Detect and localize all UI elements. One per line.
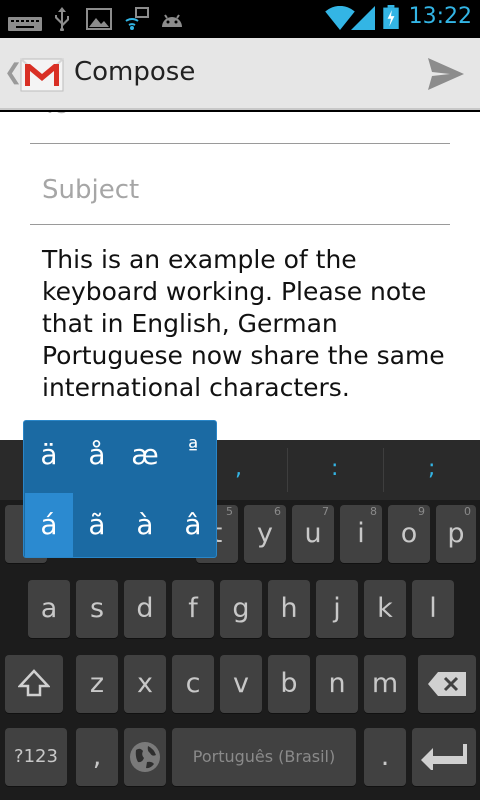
comma-key[interactable]: ,: [76, 728, 118, 786]
key-o-hint: 9: [418, 505, 425, 518]
page-title: Compose: [74, 57, 196, 87]
accent-popup: ä å æ ª á ã à â: [23, 420, 217, 558]
key-i[interactable]: i8: [340, 505, 382, 563]
key-x[interactable]: x: [124, 655, 166, 713]
subject-field[interactable]: Subject: [30, 167, 450, 225]
key-z[interactable]: z: [76, 655, 118, 713]
enter-key[interactable]: [412, 728, 476, 786]
key-m[interactable]: m: [364, 655, 406, 713]
key-o-label: o: [400, 518, 418, 549]
space-key[interactable]: Português (Brasil): [172, 728, 356, 786]
usb-icon: [55, 7, 69, 31]
key-u[interactable]: u7: [292, 505, 334, 563]
key-a[interactable]: a: [28, 580, 70, 638]
gmail-logo[interactable]: [18, 50, 66, 98]
accent-a-tilde[interactable]: ã: [73, 493, 121, 557]
enter-icon: [421, 744, 467, 772]
key-y-label: y: [257, 518, 273, 549]
accent-ae[interactable]: æ: [121, 423, 169, 487]
suggestion-comma[interactable]: ,: [235, 456, 242, 481]
period-key[interactable]: .: [364, 728, 406, 786]
key-t-hint: 5: [226, 505, 233, 518]
key-i-hint: 8: [370, 505, 377, 518]
suggestion-colon[interactable]: :: [331, 456, 338, 481]
key-c[interactable]: c: [172, 655, 214, 713]
accent-ordinal-a[interactable]: ª: [169, 423, 217, 487]
key-f[interactable]: f: [172, 580, 214, 638]
language-key[interactable]: [124, 728, 166, 786]
backspace-icon: [428, 672, 466, 696]
send-button[interactable]: [426, 56, 466, 92]
key-d[interactable]: d: [124, 580, 166, 638]
globe-icon: [130, 742, 160, 772]
accent-a-umlaut[interactable]: ä: [25, 423, 73, 487]
shift-icon: [17, 669, 51, 697]
divider: [287, 448, 288, 492]
key-k[interactable]: k: [364, 580, 406, 638]
backspace-key[interactable]: [418, 655, 476, 713]
suggestion-semicolon[interactable]: ;: [428, 456, 435, 481]
shift-key[interactable]: [5, 655, 63, 713]
subject-placeholder: Subject: [42, 175, 140, 205]
cell-signal-icon: [351, 6, 375, 30]
keyboard-icon: [8, 17, 42, 31]
key-g[interactable]: g: [220, 580, 262, 638]
key-i-label: i: [357, 518, 365, 549]
accent-a-grave[interactable]: à: [121, 493, 169, 557]
key-s[interactable]: s: [76, 580, 118, 638]
key-o[interactable]: o9: [388, 505, 430, 563]
android-icon: [162, 14, 182, 27]
symbols-key[interactable]: ?123: [5, 728, 67, 786]
key-v[interactable]: v: [220, 655, 262, 713]
message-body[interactable]: This is an example of the keyboard worki…: [42, 244, 452, 404]
key-n[interactable]: n: [316, 655, 358, 713]
wifi-computer-icon: [125, 7, 149, 30]
key-y[interactable]: y6: [244, 505, 286, 563]
clock: 13:22: [408, 4, 472, 29]
accent-a-circumflex[interactable]: â: [169, 493, 217, 557]
accent-a-acute[interactable]: á: [25, 493, 73, 557]
divider: [383, 448, 384, 492]
key-p[interactable]: p0: [436, 505, 476, 563]
key-j[interactable]: j: [316, 580, 358, 638]
key-h[interactable]: h: [268, 580, 310, 638]
key-l[interactable]: l: [412, 580, 454, 638]
battery-charging-icon: [383, 5, 399, 29]
to-placeholder: To: [42, 112, 69, 120]
key-p-hint: 0: [464, 505, 471, 518]
to-field[interactable]: To: [30, 112, 450, 144]
accent-a-ring[interactable]: å: [73, 423, 121, 487]
key-u-label: u: [304, 518, 322, 549]
key-p-label: p: [447, 518, 465, 549]
compose-area: To Subject This is an example of the key…: [0, 112, 480, 440]
key-y-hint: 6: [274, 505, 281, 518]
key-u-hint: 7: [322, 505, 329, 518]
action-bar: ❮ Compose: [0, 38, 480, 110]
status-bar: 13:22: [0, 0, 480, 38]
key-b[interactable]: b: [268, 655, 310, 713]
image-icon: [86, 8, 112, 30]
